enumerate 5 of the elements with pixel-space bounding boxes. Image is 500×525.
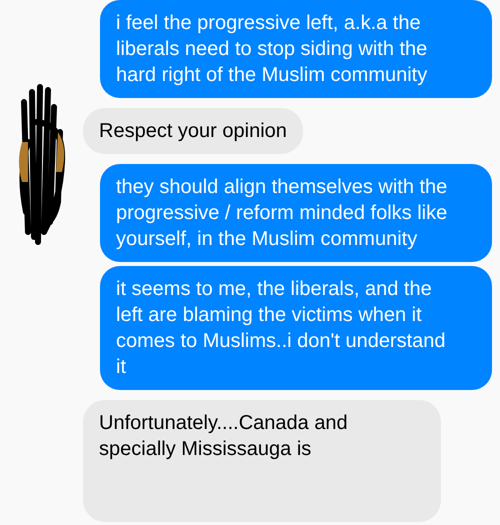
message-bubble: it seems to me, the liberals, and the left are blaming the victims when it comes to Muslims..i don't understand it bbox=[100, 266, 492, 390]
message-bubble: i feel the progressive left, a.k.a the liberals need to stop siding with the hard right of the Muslim community bbox=[100, 0, 492, 98]
message-bubble: Respect your opinion bbox=[83, 108, 303, 154]
message-bubble: they should align themselves with the progressive / reform minded folks like yourself, in the Muslim community bbox=[100, 164, 492, 262]
message-bubble: Unfortunately....Canada and specially Mississauga is bbox=[83, 400, 441, 522]
